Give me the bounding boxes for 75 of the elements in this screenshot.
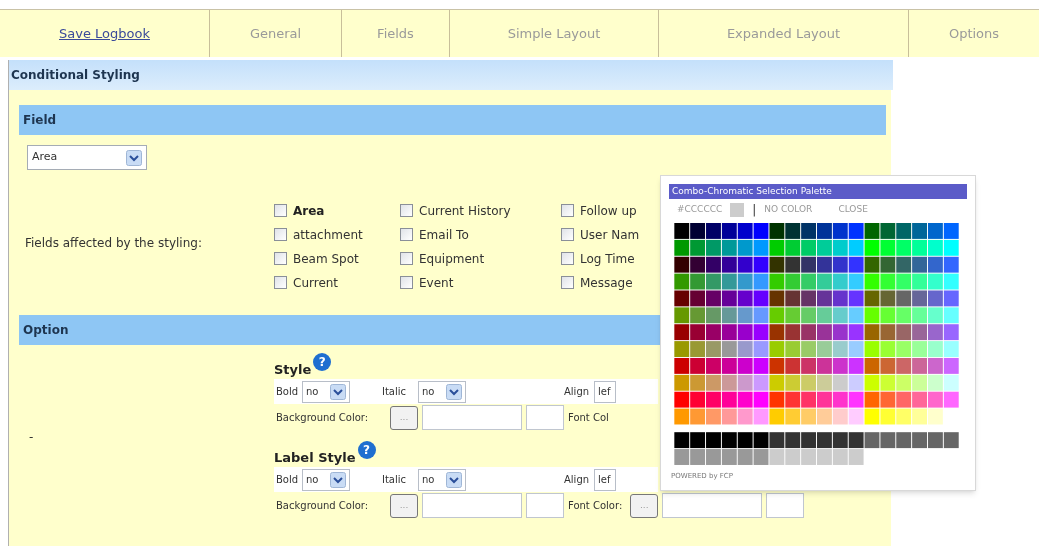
nav-tab[interactable]: Simple Layout [507, 23, 601, 44]
checkbox-label: Current History [419, 202, 511, 220]
bold-select[interactable]: no [302, 380, 350, 403]
nav-tab[interactable]: General [249, 23, 302, 44]
color-input-field[interactable] [422, 405, 522, 430]
color-picker-button[interactable]: ... [390, 493, 418, 518]
checkbox-label: Log Time [580, 250, 635, 268]
checkbox[interactable] [274, 204, 287, 217]
close-button[interactable]: CLOSE [838, 203, 868, 217]
checkbox-label: Event [419, 274, 454, 292]
italic-select[interactable]: no [418, 468, 466, 491]
chevron-down-icon [446, 383, 462, 400]
checkbox[interactable] [274, 276, 287, 289]
checkbox-label: attachment [293, 226, 363, 244]
checkbox[interactable] [561, 252, 574, 265]
color-picker-button[interactable]: ... [630, 493, 659, 518]
group-title: Label Style [274, 448, 356, 467]
checkbox-label: Area [293, 202, 325, 220]
checkbox[interactable] [274, 252, 287, 265]
font-color-label: Font Col [568, 411, 609, 425]
palette-title: Combo-Chromatic Selection Palette [669, 184, 967, 200]
chevron-down-icon [126, 149, 142, 166]
color-preview-field[interactable] [526, 405, 564, 430]
color-picker-button[interactable]: ... [390, 405, 418, 430]
checkbox[interactable] [274, 228, 287, 241]
fields-label: Fields affected by the styling: [24, 234, 203, 252]
checkbox[interactable] [561, 276, 574, 289]
help-icon[interactable]: ? [313, 353, 332, 371]
checkbox[interactable] [400, 276, 413, 289]
color-input-field[interactable] [422, 493, 522, 518]
checkbox[interactable] [561, 228, 574, 241]
bold-select[interactable]: no [302, 468, 350, 491]
italic-label: Italic [382, 385, 408, 399]
chevron-down-icon [446, 471, 462, 488]
dash-text: - [29, 429, 34, 446]
font-color-label: Font Color: [568, 499, 623, 513]
align-select[interactable]: lef [594, 380, 616, 403]
color-preview-field[interactable] [766, 493, 805, 518]
checkbox[interactable] [400, 204, 413, 217]
checkbox[interactable] [400, 252, 413, 265]
nav-tab[interactable]: Options [948, 23, 1000, 44]
divider-text: | [752, 202, 757, 219]
align-select[interactable]: lef [594, 468, 616, 491]
checkbox-label: Message [580, 274, 633, 292]
help-icon[interactable]: ? [357, 441, 376, 459]
color-input-field[interactable] [662, 493, 763, 518]
nav-tab[interactable]: Fields [377, 23, 414, 44]
checkbox[interactable] [561, 204, 574, 217]
group-title: Style [274, 360, 312, 379]
chevron-down-icon [330, 383, 346, 400]
checkbox[interactable] [400, 228, 413, 241]
italic-select[interactable]: no [418, 380, 466, 403]
color-swatch [730, 203, 745, 217]
nav-tab[interactable]: Expanded Layout [726, 23, 841, 44]
bold-label: Bold [275, 473, 300, 487]
align-label: Align [564, 473, 591, 487]
background-color-label: Background Color: [275, 411, 370, 425]
checkbox-label: Beam Spot [293, 250, 359, 268]
section-header: Field [19, 105, 886, 135]
bold-label: Bold [275, 385, 300, 399]
chevron-down-icon [330, 471, 346, 488]
current-color-text: #CCCCCC [677, 203, 723, 217]
save-link[interactable]: Save Logbook [59, 23, 150, 44]
checkbox-label: Follow up [580, 202, 637, 220]
checkbox-label: User Nam [580, 226, 640, 244]
section-title: Conditional Styling [9, 60, 893, 90]
no-color-button[interactable]: NO COLOR [764, 203, 813, 217]
checkbox-label: Current [293, 274, 339, 292]
field-select[interactable]: Area [27, 145, 147, 170]
background-color-label: Background Color: [275, 499, 370, 513]
checkbox-label: Email To [419, 226, 469, 244]
italic-label: Italic [382, 473, 408, 487]
checkbox-label: Equipment [419, 250, 485, 268]
align-label: Align [564, 385, 591, 399]
color-preview-field[interactable] [526, 493, 564, 518]
